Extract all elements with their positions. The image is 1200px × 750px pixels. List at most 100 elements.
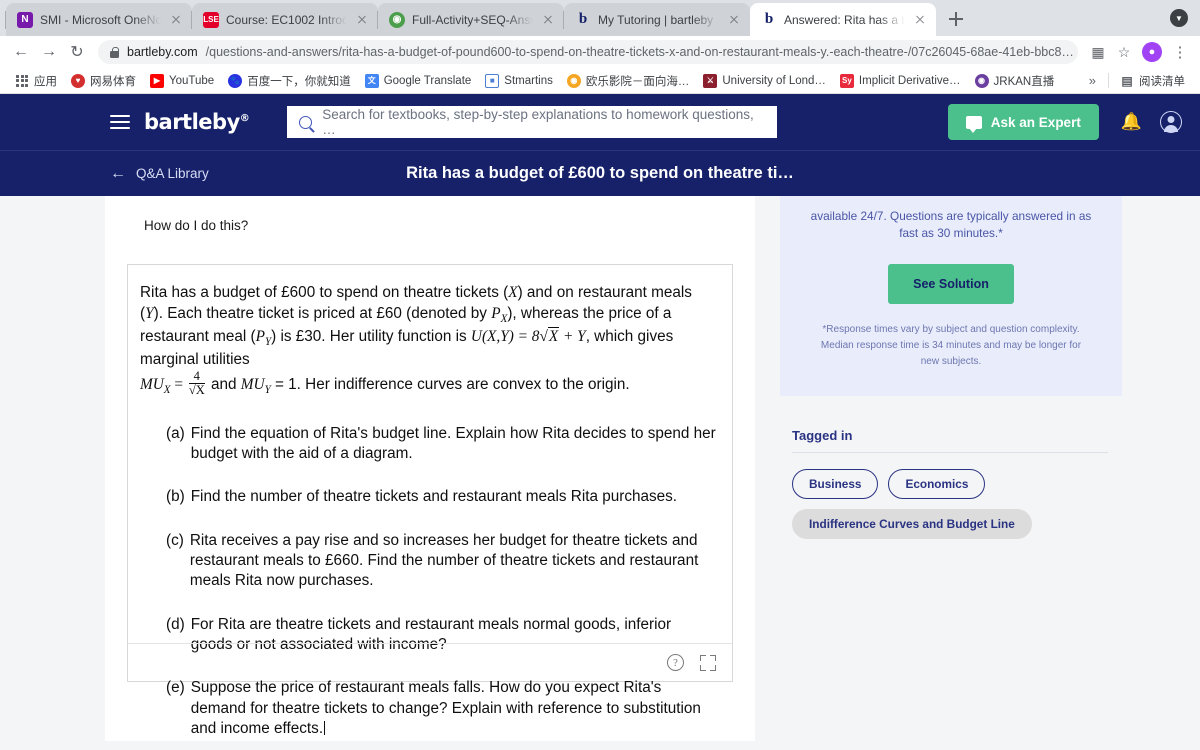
part-text: Rita receives a pay rise and so increase… xyxy=(189,531,699,590)
bookmark-label: 应用 xyxy=(34,75,57,88)
bookmark-item[interactable]: ⚔ University of Lond… xyxy=(696,72,833,90)
bookmark-item[interactable]: 🐾 百度一下，你就知道 xyxy=(221,71,358,91)
question-part: (e) Suppose the price of restaurant meal… xyxy=(140,678,716,739)
browser-tab[interactable]: LSE Course: EC1002 Introduction to xyxy=(191,3,378,36)
back-label: Q&A Library xyxy=(136,166,209,181)
hamburger-icon[interactable] xyxy=(110,115,130,129)
close-icon[interactable] xyxy=(354,12,370,28)
bell-icon[interactable]: 🔔 xyxy=(1121,112,1142,132)
promo-note: *Response times vary by subject and ques… xyxy=(804,322,1098,370)
reading-list-button[interactable]: ▤ 阅读清单 xyxy=(1113,71,1192,91)
bookmark-item[interactable]: ◉ JRKAN直播 xyxy=(968,71,1062,91)
content-area: How do I do this? Rita has a budget of £… xyxy=(0,196,1200,750)
close-icon[interactable] xyxy=(168,12,184,28)
bookmarks-overflow-icon[interactable]: » xyxy=(1081,73,1104,88)
jrkan-icon: ◉ xyxy=(974,73,989,88)
close-icon[interactable] xyxy=(726,12,742,28)
back-to-qa-library[interactable]: ← Q&A Library xyxy=(110,165,209,183)
question-card: How do I do this? Rita has a budget of £… xyxy=(105,196,755,741)
browser-tab[interactable]: ◉ Full-Activity+SEQ-Answers-20 xyxy=(377,3,564,36)
stmartins-icon: ■ xyxy=(485,73,500,88)
search-icon xyxy=(299,115,313,129)
bookmark-label: 欧乐影院－面向海… xyxy=(585,75,690,88)
tag-chip[interactable]: Economics xyxy=(888,469,986,500)
tagged-in-heading: Tagged in xyxy=(792,428,853,444)
globe-icon: ◉ xyxy=(389,11,405,28)
bookmark-label: JRKAN直播 xyxy=(993,75,1055,88)
mu-y-symbol: MU xyxy=(240,375,265,393)
user-prompt: How do I do this? xyxy=(144,218,249,233)
part-label: (a) xyxy=(166,424,185,442)
note-line-1: *Response times vary by subject and ques… xyxy=(822,324,1080,336)
utility-function: U(X,Y) = 8 xyxy=(470,327,540,345)
bookmark-label: 百度一下，你就知道 xyxy=(247,75,351,88)
fullscreen-icon[interactable] xyxy=(700,654,716,671)
help-circle-icon[interactable]: ? xyxy=(667,654,684,671)
note-line-3: new subjects. xyxy=(920,356,982,368)
part-text: Find the number of theatre tickets and r… xyxy=(190,488,678,506)
bookmark-item[interactable]: Sy Implicit Derivative… xyxy=(833,72,968,90)
browser-tab[interactable]: b My Tutoring | bartleby xyxy=(563,3,750,36)
see-solution-button[interactable]: See Solution xyxy=(888,264,1014,305)
bartleby-icon: b xyxy=(764,11,774,27)
part-label: (e) xyxy=(166,679,185,697)
bookmark-label: Stmartins xyxy=(504,74,553,87)
account-icon[interactable] xyxy=(1160,111,1182,133)
bookmark-item[interactable]: ▶ YouTube xyxy=(143,72,221,90)
tab-title: Answered: Rita has a budget of xyxy=(784,12,905,27)
part-label: (b) xyxy=(166,488,185,506)
question-subheader: ← Q&A Library Rita has a budget of £600 … xyxy=(0,150,1200,196)
tab-title: My Tutoring | bartleby xyxy=(598,12,714,27)
bookmark-item[interactable]: ♥ 网易体育 xyxy=(64,71,143,91)
price-x-symbol: P xyxy=(491,304,501,322)
close-icon[interactable] xyxy=(540,12,556,28)
forward-icon[interactable]: → xyxy=(36,39,62,65)
ask-expert-label: Ask an Expert xyxy=(990,114,1081,130)
promo-line-1: available 24/7. Questions are typically … xyxy=(810,209,1092,223)
ask-an-expert-button[interactable]: Ask an Expert xyxy=(947,104,1099,140)
search-input[interactable]: Search for textbooks, step-by-step expla… xyxy=(287,106,778,138)
promo-line-2: fast as 30 minutes.* xyxy=(899,226,1003,241)
bartleby-logo[interactable]: bartleby® xyxy=(144,110,250,134)
bookmark-item[interactable]: 文 Google Translate xyxy=(358,72,479,90)
tag-chip[interactable]: Business xyxy=(792,469,879,500)
price-y-symbol: P xyxy=(255,327,265,345)
oule-icon: ◉ xyxy=(566,73,581,88)
part-text: Suppose the price of restaurant meals fa… xyxy=(190,679,701,738)
address-bar[interactable]: bartleby.com/questions-and-answers/rita-… xyxy=(98,40,1078,64)
mu-x-fraction: 4 √X xyxy=(188,368,205,398)
bookmark-label: 网易体育 xyxy=(90,75,136,88)
chat-icon xyxy=(965,115,982,133)
question-part: (a) Find the equation of Rita's budget l… xyxy=(140,424,716,465)
close-icon[interactable] xyxy=(912,12,928,28)
browser-tab[interactable]: N SMI - Microsoft OneNote Onlin xyxy=(5,3,192,36)
browser-toolbar: ← → ↻ bartleby.com/questions-and-answers… xyxy=(0,36,1200,68)
browser-tab-active[interactable]: b Answered: Rita has a budget of xyxy=(750,3,936,36)
utility-radicand: X xyxy=(547,326,560,345)
page-body: bartleby® Search for textbooks, step-by-… xyxy=(0,94,1200,750)
window-controls-icon[interactable]: ▼ xyxy=(1170,9,1188,27)
bookmark-item[interactable]: ◉ 欧乐影院－面向海… xyxy=(560,71,697,91)
question-part: (c) Rita receives a pay rise and so incr… xyxy=(140,531,716,592)
translate-icon: 文 xyxy=(364,73,379,88)
bookmark-item[interactable]: ■ Stmartins xyxy=(478,72,560,90)
new-tab-button[interactable] xyxy=(942,5,970,33)
mu-x-symbol: MU xyxy=(140,375,164,393)
bookmark-label: University of Lond… xyxy=(722,74,826,87)
bookmark-label: YouTube xyxy=(169,74,215,87)
bookmark-star-icon[interactable]: ☆ xyxy=(1112,40,1136,64)
netease-icon: ♥ xyxy=(71,73,85,88)
tag-list: Business Economics Indifference Curves a… xyxy=(792,469,1120,540)
search-placeholder: Search for textbooks, step-by-step expla… xyxy=(322,107,754,137)
bookmark-apps[interactable]: 应用 xyxy=(8,71,64,91)
back-icon[interactable]: ← xyxy=(8,39,34,65)
reload-icon[interactable]: ↻ xyxy=(64,39,90,65)
part-label: (c) xyxy=(166,531,184,549)
lse-icon: LSE xyxy=(203,11,219,28)
translate-icon[interactable]: ▦ xyxy=(1086,40,1110,64)
tag-chip[interactable]: Indifference Curves and Budget Line xyxy=(792,509,1032,540)
browser-menu-icon[interactable]: ⋮ xyxy=(1168,40,1192,64)
apps-grid-icon xyxy=(15,74,29,88)
profile-avatar[interactable]: ● xyxy=(1142,42,1162,62)
reading-list-label: 阅读清单 xyxy=(1139,75,1185,88)
